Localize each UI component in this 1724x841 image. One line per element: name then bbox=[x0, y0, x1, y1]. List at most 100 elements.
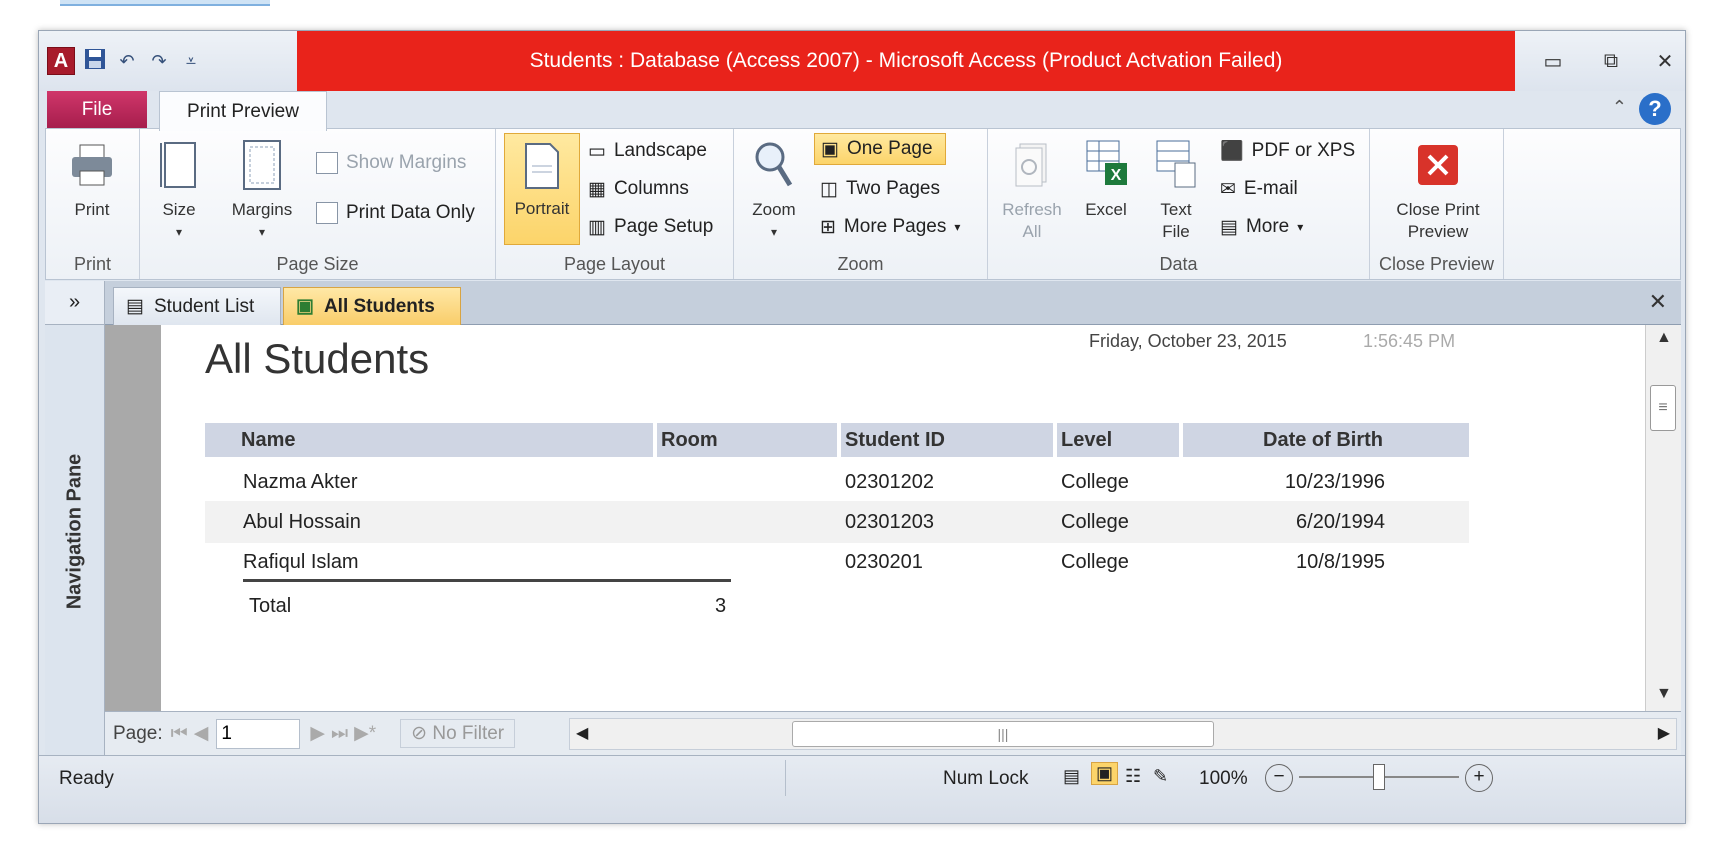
more-export-icon: ▤ bbox=[1220, 216, 1238, 238]
cell-level: College bbox=[1061, 550, 1129, 573]
group-print: Print Print bbox=[46, 129, 140, 279]
page-label: Page: bbox=[113, 722, 163, 744]
group-close-preview: Close Print Preview Close Preview bbox=[1370, 129, 1504, 279]
one-page-button[interactable]: ▣ One Page bbox=[814, 133, 946, 165]
page-size-icon bbox=[155, 137, 203, 193]
preview-left-margin bbox=[105, 325, 161, 711]
printer-icon bbox=[68, 137, 116, 193]
vertical-scrollbar[interactable]: ▲ ≡ ▼ bbox=[1645, 325, 1681, 711]
group-label-print: Print bbox=[73, 254, 111, 274]
text-file-export-button[interactable]: Text File bbox=[1146, 137, 1206, 243]
total-divider bbox=[243, 579, 731, 582]
horizontal-scrollbar[interactable]: ◀ ||| ▶ bbox=[569, 718, 1677, 750]
tab-print-preview[interactable]: Print Preview bbox=[159, 91, 327, 131]
size-button[interactable]: Size ▾ bbox=[154, 137, 204, 243]
scroll-up-icon[interactable]: ▲ bbox=[1656, 329, 1672, 347]
navigation-pane-label[interactable]: Navigation Pane bbox=[51, 431, 99, 631]
undo-icon[interactable]: ↶ bbox=[115, 51, 139, 72]
status-bar: Ready Num Lock ▤ ▣ ☷ ✎ 100% − + bbox=[39, 755, 1685, 823]
portrait-icon bbox=[518, 140, 566, 192]
redo-icon[interactable]: ↷ bbox=[147, 51, 171, 72]
tab-student-list[interactable]: ▤ Student List bbox=[113, 287, 281, 325]
close-print-preview-button[interactable]: Close Print Preview bbox=[1378, 137, 1498, 243]
group-page-size: Size ▾ Margins ▾ Show Margins Print Data… bbox=[140, 129, 496, 279]
navigation-pane[interactable]: » Navigation Pane bbox=[45, 281, 105, 755]
header-name: Name bbox=[205, 423, 653, 457]
two-pages-button[interactable]: ◫ Two Pages bbox=[814, 173, 946, 205]
columns-button[interactable]: ▦ Columns bbox=[582, 173, 695, 205]
portrait-button[interactable]: Portrait bbox=[504, 133, 580, 245]
zoom-button[interactable]: Zoom ▾ bbox=[742, 137, 806, 243]
excel-export-button[interactable]: X Excel bbox=[1076, 137, 1136, 221]
report-date: Friday, October 23, 2015 bbox=[1089, 331, 1287, 351]
access-app-icon[interactable]: A bbox=[47, 47, 75, 75]
report-view-icon[interactable]: ▤ bbox=[1063, 766, 1080, 787]
window-title: Students : Database (Access 2007) - Micr… bbox=[297, 31, 1515, 91]
more-export-button[interactable]: ▤ More ▾ bbox=[1214, 211, 1309, 243]
save-icon[interactable] bbox=[83, 48, 107, 75]
restore-icon[interactable]: ⧉ bbox=[1591, 45, 1631, 77]
tab-file[interactable]: File bbox=[47, 91, 147, 129]
last-page-icon[interactable]: ⏭ bbox=[331, 723, 348, 745]
close-document-icon[interactable]: ✕ bbox=[1649, 289, 1667, 315]
margins-button[interactable]: Margins ▾ bbox=[224, 137, 300, 243]
zoom-in-icon[interactable]: + bbox=[1465, 764, 1493, 792]
no-filter-button[interactable]: ⊘ No Filter bbox=[400, 719, 516, 748]
help-icon[interactable]: ? bbox=[1639, 93, 1671, 125]
scroll-down-icon[interactable]: ▼ bbox=[1656, 685, 1672, 703]
pdf-xps-button[interactable]: ⬛ PDF or XPS bbox=[1214, 135, 1361, 167]
landscape-button[interactable]: ▭ Landscape bbox=[582, 135, 713, 167]
background-window-strip bbox=[60, 0, 270, 6]
report-title: All Students bbox=[205, 335, 430, 382]
first-page-icon[interactable]: ⏮ bbox=[171, 723, 188, 745]
customize-qat-icon[interactable]: ⩡ bbox=[179, 51, 203, 72]
expand-nav-icon[interactable]: » bbox=[45, 281, 104, 325]
scroll-right-icon[interactable]: ▶ bbox=[1658, 723, 1670, 743]
layout-view-icon[interactable]: ☷ bbox=[1125, 766, 1141, 787]
filter-icon: ⊘ bbox=[411, 723, 428, 744]
cell-student-id: 02301203 bbox=[845, 510, 934, 533]
cell-student-id: 02301202 bbox=[845, 470, 934, 493]
zoom-out-icon[interactable]: − bbox=[1265, 764, 1293, 792]
print-preview-view-icon[interactable]: ▣ bbox=[1091, 762, 1119, 785]
zoom-slider-thumb[interactable] bbox=[1373, 764, 1385, 790]
new-record-icon[interactable]: ▶* bbox=[354, 722, 376, 745]
page-number-input[interactable] bbox=[216, 718, 301, 749]
access-window: A ↶ ↷ ⩡ Students : Database (Access 2007… bbox=[38, 30, 1686, 824]
magnifier-icon bbox=[750, 137, 798, 193]
header-date-of-birth: Date of Birth bbox=[1183, 423, 1469, 457]
print-data-only-check[interactable] bbox=[316, 202, 338, 224]
cell-student-id: 0230201 bbox=[845, 550, 923, 573]
minimize-ribbon-icon[interactable]: ⌃ bbox=[1612, 97, 1627, 118]
show-margins-check[interactable] bbox=[316, 152, 338, 174]
cell-level: College bbox=[1061, 470, 1129, 493]
total-value: 3 bbox=[715, 594, 727, 617]
group-label-data: Data bbox=[1159, 254, 1198, 274]
page-setup-button[interactable]: ▥ Page Setup bbox=[582, 211, 719, 243]
next-page-icon[interactable]: ▶ bbox=[310, 722, 325, 745]
print-preview-area: All Students Friday, October 23, 2015 1:… bbox=[105, 325, 1645, 711]
vertical-scroll-thumb[interactable]: ≡ bbox=[1650, 385, 1676, 431]
show-margins-checkbox[interactable]: Show Margins bbox=[310, 147, 472, 179]
design-view-icon[interactable]: ✎ bbox=[1153, 766, 1168, 787]
refresh-all-button[interactable]: Refresh All bbox=[996, 137, 1068, 243]
close-window-icon[interactable]: ✕ bbox=[1645, 45, 1685, 77]
work-area: » Navigation Pane ▤ Student List ▣ All S… bbox=[45, 281, 1681, 755]
email-button[interactable]: ✉ E-mail bbox=[1214, 173, 1304, 205]
minimize-icon[interactable]: ▭ bbox=[1533, 45, 1573, 77]
close-preview-icon bbox=[1414, 137, 1462, 193]
print-button[interactable]: Print bbox=[60, 137, 124, 221]
table-row: Abul Hossain 02301203 College 6/20/1994 bbox=[205, 501, 1469, 543]
print-data-only-checkbox[interactable]: Print Data Only bbox=[310, 197, 481, 229]
group-label-close-preview: Close Preview bbox=[1378, 254, 1495, 274]
scroll-left-icon[interactable]: ◀ bbox=[576, 723, 588, 743]
tab-all-students[interactable]: ▣ All Students bbox=[283, 287, 461, 325]
more-pages-button[interactable]: ⊞ More Pages ▾ bbox=[814, 211, 966, 243]
margins-icon bbox=[238, 137, 286, 193]
page-navigation-bar: Page: ⏮ ◀ ▶ ⏭ ▶* ⊘ No Filter ◀ ||| ▶ bbox=[105, 711, 1681, 755]
previous-page-icon[interactable]: ◀ bbox=[194, 722, 209, 745]
group-data: Refresh All X Excel Text File ⬛ PDF or X… bbox=[988, 129, 1370, 279]
header-room: Room bbox=[657, 423, 837, 457]
header-level: Level bbox=[1057, 423, 1179, 457]
horizontal-scroll-thumb[interactable]: ||| bbox=[792, 721, 1214, 747]
